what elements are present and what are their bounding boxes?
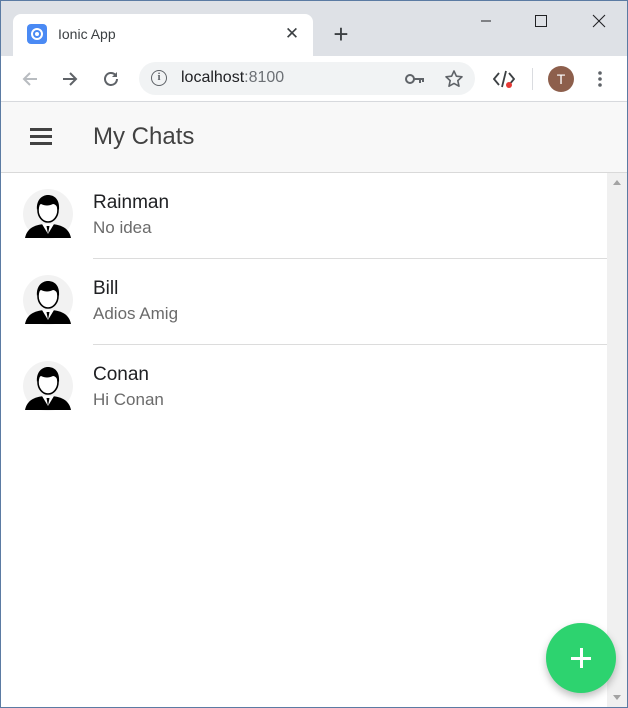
tab-close-icon[interactable]: ✕ (281, 23, 303, 45)
browser-menu-icon[interactable] (585, 64, 615, 94)
chat-list: Rainman No idea Bill Adios Amig Conan Hi… (1, 173, 607, 707)
url-text: localhost:8100 (181, 69, 285, 86)
chat-list-item[interactable]: Conan Hi Conan (1, 345, 607, 431)
forward-button[interactable] (55, 64, 85, 94)
scroll-up-arrow-icon[interactable] (613, 180, 621, 185)
back-arrow-icon (22, 72, 37, 86)
chat-list-item[interactable]: Rainman No idea (1, 173, 607, 259)
forward-arrow-icon (63, 72, 78, 86)
site-info-icon[interactable]: i (151, 70, 167, 86)
tab-strip: Ionic App ✕ + (1, 1, 627, 56)
chat-last-message: No idea (93, 218, 152, 237)
minimize-button[interactable] (463, 5, 509, 37)
scroll-down-arrow-icon[interactable] (613, 695, 621, 700)
avatar-icon (23, 361, 73, 411)
chat-name: Rainman (93, 192, 170, 213)
window-close-button[interactable] (576, 5, 622, 37)
reload-icon (104, 72, 118, 86)
bookmark-star-icon[interactable] (439, 64, 469, 94)
profile-avatar[interactable]: T (548, 66, 574, 92)
avatar-icon (23, 275, 73, 325)
hamburger-menu-icon[interactable] (27, 123, 57, 151)
tab-title: Ionic App (58, 26, 116, 42)
key-icon[interactable] (400, 64, 430, 94)
chat-name: Bill (93, 278, 119, 299)
chat-last-message: Adios Amig (93, 304, 179, 323)
avatar-icon (23, 189, 73, 239)
browser-window: Ionic App ✕ + i localhost:8100 T My Chat… (0, 0, 628, 708)
address-bar[interactable]: i localhost:8100 (139, 62, 475, 95)
extension-code-icon[interactable] (489, 64, 519, 94)
back-button[interactable] (15, 64, 45, 94)
browser-toolbar: i localhost:8100 T (1, 56, 627, 102)
app-header: My Chats (1, 102, 627, 173)
add-chat-button[interactable] (546, 623, 616, 693)
browser-tab[interactable]: Ionic App ✕ (13, 14, 313, 56)
ionic-logo-icon (27, 24, 47, 44)
page-title: My Chats (93, 123, 195, 150)
maximize-button[interactable] (518, 5, 564, 37)
reload-button[interactable] (96, 64, 126, 94)
new-tab-button[interactable]: + (327, 21, 355, 49)
chat-name: Conan (93, 364, 149, 385)
scrollbar[interactable] (607, 173, 627, 707)
toolbar-separator (532, 68, 533, 90)
chat-list-item[interactable]: Bill Adios Amig (1, 259, 607, 345)
chat-last-message: Hi Conan (93, 390, 164, 409)
